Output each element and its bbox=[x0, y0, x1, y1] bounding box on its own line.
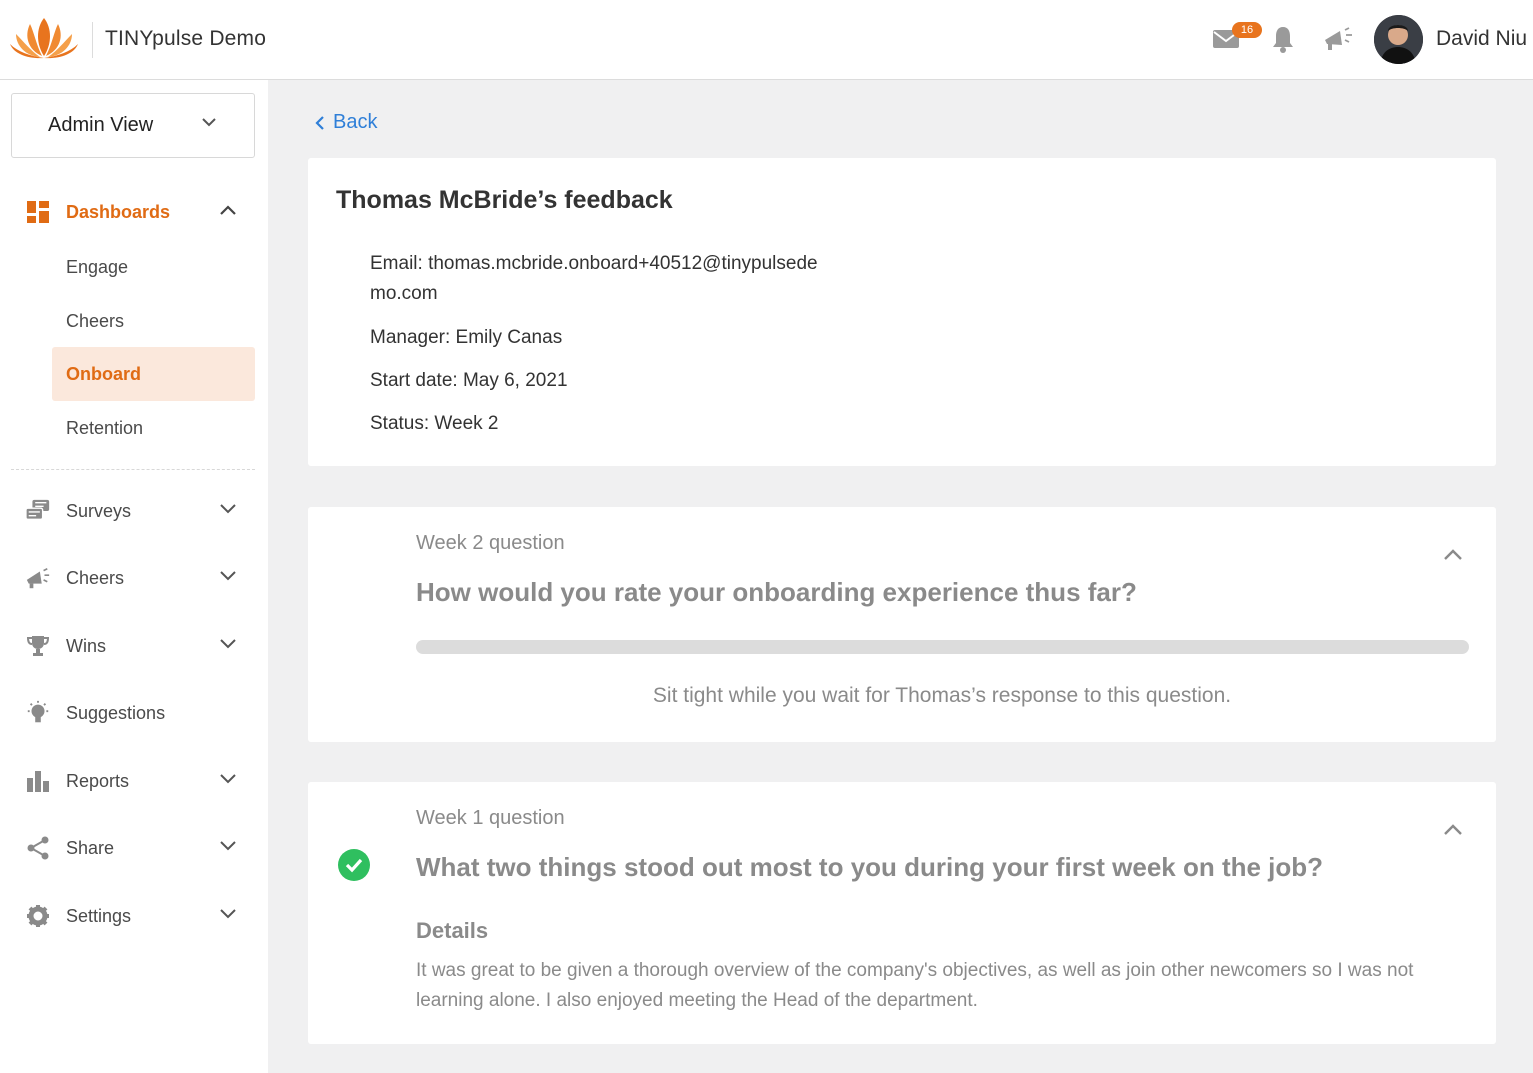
employee-manager: Manager: Emily Canas bbox=[370, 327, 563, 348]
sidebar-item-cheers[interactable]: Cheers bbox=[0, 558, 268, 598]
question-week-label: Week 1 question bbox=[416, 807, 565, 829]
sidebar-item-label: Settings bbox=[66, 905, 132, 926]
sidebar-item-label: Suggestions bbox=[66, 702, 166, 723]
sidebar-item-wins[interactable]: Wins bbox=[0, 626, 268, 666]
details-label: Details bbox=[416, 918, 489, 943]
check-circle-icon bbox=[338, 849, 370, 881]
sidebar-item-label: Wins bbox=[66, 635, 106, 656]
question-card-week-2: Week 2 question How would you rate your … bbox=[308, 507, 1496, 742]
view-select-dropdown[interactable]: Admin View bbox=[11, 93, 255, 158]
chevron-down-icon[interactable] bbox=[220, 571, 236, 581]
sidebar: Admin View Dashboards Engage Cheers Onbo… bbox=[0, 80, 268, 1073]
chevron-up-icon[interactable] bbox=[1443, 824, 1463, 836]
user-name[interactable]: David Niu bbox=[1436, 27, 1527, 51]
page-title: Thomas McBride’s feedback bbox=[336, 186, 673, 214]
sidebar-item-label: Share bbox=[66, 837, 115, 858]
sidebar-subitem-engage[interactable]: Engage bbox=[52, 240, 255, 294]
employee-email: Email: thomas.mcbride.onboard+40512@tiny… bbox=[370, 253, 818, 304]
back-link[interactable]: Back bbox=[315, 111, 377, 134]
sidebar-subitem-cheers[interactable]: Cheers bbox=[52, 294, 255, 348]
tinypulse-logo-icon[interactable] bbox=[10, 14, 78, 60]
bar-chart-icon bbox=[25, 768, 51, 794]
sidebar-item-dashboards[interactable]: Dashboards bbox=[0, 192, 268, 232]
chevron-up-icon[interactable] bbox=[220, 205, 236, 215]
sidebar-subitem-onboard[interactable]: Onboard bbox=[52, 347, 255, 401]
sidebar-item-reports[interactable]: Reports bbox=[0, 761, 268, 801]
chevron-down-icon bbox=[202, 118, 216, 127]
sidebar-item-surveys[interactable]: Surveys bbox=[0, 491, 268, 531]
sidebar-item-label: Cheers bbox=[66, 567, 125, 588]
user-avatar[interactable] bbox=[1374, 15, 1423, 64]
sidebar-item-label: Surveys bbox=[66, 500, 132, 521]
share-icon bbox=[25, 835, 51, 861]
answer-details: It was great to be given a thorough over… bbox=[416, 960, 1414, 1011]
sidebar-subitem-retention[interactable]: Retention bbox=[52, 401, 255, 455]
sidebar-item-share[interactable]: Share bbox=[0, 828, 268, 868]
top-bar: TINYpulse Demo 16 David Niu bbox=[0, 0, 1533, 80]
view-select-value: Admin View bbox=[48, 114, 154, 136]
waiting-message: Sit tight while you wait for Thomas’s re… bbox=[652, 684, 1232, 707]
sidebar-item-label: Reports bbox=[66, 770, 130, 791]
chevron-up-icon[interactable] bbox=[1443, 549, 1463, 561]
back-label: Back bbox=[333, 111, 378, 133]
question-text: What two things stood out most to you du… bbox=[416, 852, 1324, 882]
surveys-icon bbox=[25, 498, 51, 524]
question-text: How would you rate your onboarding exper… bbox=[416, 577, 1137, 607]
question-card-week-1: Week 1 question What two things stood ou… bbox=[308, 782, 1496, 1044]
dashboard-icon bbox=[25, 199, 51, 225]
chevron-down-icon[interactable] bbox=[220, 909, 236, 919]
chevron-down-icon[interactable] bbox=[220, 774, 236, 784]
feedback-info-card: Thomas McBride’s feedback Email: thomas.… bbox=[308, 158, 1496, 466]
question-week-label: Week 2 question bbox=[416, 532, 565, 554]
response-progress-bar bbox=[416, 640, 1469, 654]
trophy-icon bbox=[25, 633, 51, 659]
bell-icon[interactable] bbox=[1267, 24, 1299, 54]
megaphone-icon[interactable] bbox=[1322, 24, 1354, 54]
employee-start-date: Start date: May 6, 2021 bbox=[370, 370, 568, 391]
lightbulb-icon bbox=[25, 700, 51, 726]
sidebar-item-suggestions[interactable]: Suggestions bbox=[0, 693, 268, 733]
sidebar-divider bbox=[11, 469, 255, 470]
gear-icon bbox=[25, 903, 51, 929]
brand-name[interactable]: TINYpulse Demo bbox=[105, 27, 266, 51]
chevron-left-icon bbox=[315, 115, 324, 130]
sidebar-item-settings[interactable]: Settings bbox=[0, 896, 268, 936]
employee-status: Status: Week 2 bbox=[370, 413, 499, 434]
chevron-down-icon[interactable] bbox=[220, 639, 236, 649]
chevron-down-icon[interactable] bbox=[220, 841, 236, 851]
sidebar-item-label: Dashboards bbox=[66, 201, 171, 222]
brand-divider bbox=[92, 22, 93, 58]
chevron-down-icon[interactable] bbox=[220, 504, 236, 514]
megaphone-icon bbox=[25, 565, 51, 591]
mail-count-badge: 16 bbox=[1232, 22, 1262, 38]
